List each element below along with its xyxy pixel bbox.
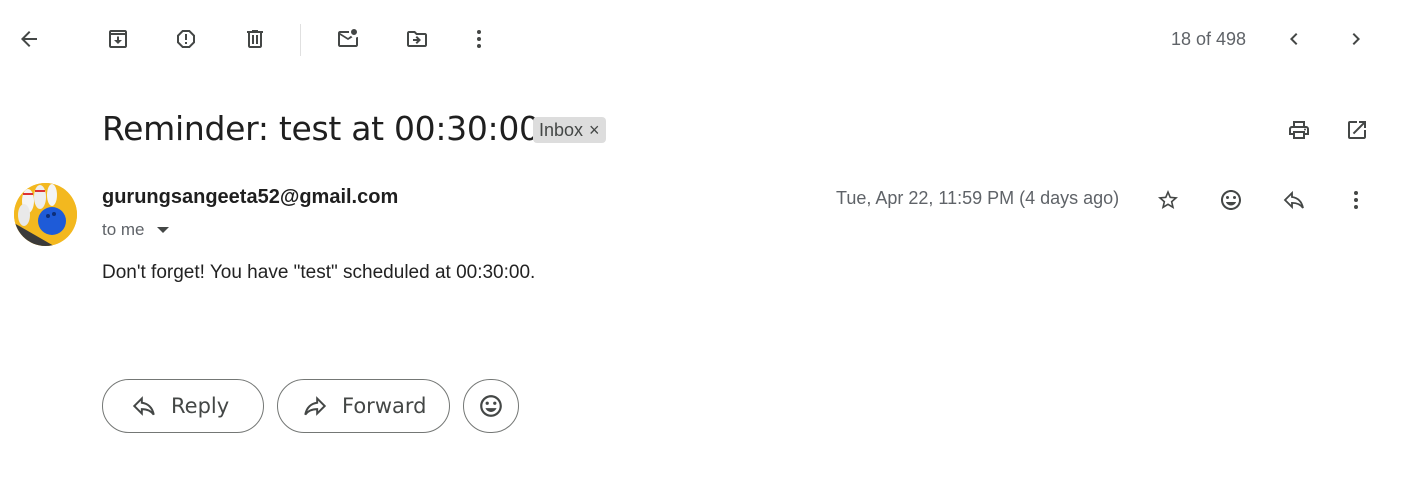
- delete-button[interactable]: [235, 19, 275, 59]
- bowling-avatar-icon: [14, 183, 77, 246]
- email-subject: Reminder: test at 00:30:00: [102, 109, 540, 148]
- remove-label-icon[interactable]: ×: [589, 120, 600, 141]
- print-icon: [1289, 121, 1309, 139]
- emoji-icon: [480, 395, 502, 417]
- message-counter: 18 of 498: [1171, 29, 1247, 49]
- report-spam-icon: [177, 30, 195, 48]
- mark-unread-button[interactable]: [328, 19, 368, 59]
- back-button[interactable]: [9, 19, 49, 59]
- print-button[interactable]: [1279, 110, 1319, 150]
- email-body: Don't forget! You have "test" scheduled …: [102, 262, 536, 283]
- older-button[interactable]: [1336, 19, 1376, 59]
- chevron-left-icon: [1290, 33, 1298, 45]
- message-more-button[interactable]: [1336, 180, 1376, 220]
- forward-icon: [304, 396, 327, 416]
- emoji-reaction-button[interactable]: [463, 379, 519, 433]
- reply-button[interactable]: Reply: [102, 379, 264, 433]
- more-vert-icon: [1354, 191, 1358, 209]
- sender-avatar[interactable]: [14, 183, 77, 246]
- reply-icon-button[interactable]: [1274, 180, 1314, 220]
- add-reaction-button[interactable]: [1211, 180, 1251, 220]
- star-outline-icon: [1158, 190, 1178, 209]
- archive-button[interactable]: [98, 19, 138, 59]
- emoji-icon: [1221, 190, 1241, 210]
- reply-icon: [1283, 190, 1304, 210]
- delete-icon: [247, 30, 263, 48]
- open-new-window-button[interactable]: [1337, 110, 1377, 150]
- forward-label: Forward: [342, 394, 427, 418]
- reply-label: Reply: [171, 394, 230, 418]
- archive-icon: [109, 30, 127, 48]
- reply-icon: [132, 396, 155, 416]
- recipient-details[interactable]: to me: [102, 220, 169, 240]
- chevron-right-icon: [1352, 33, 1360, 45]
- label-text: Inbox: [539, 119, 584, 140]
- sender-email[interactable]: gurungsangeeta52@gmail.com: [102, 186, 398, 209]
- mark-unread-icon: [338, 29, 358, 47]
- more-vert-icon: [477, 30, 481, 48]
- newer-button[interactable]: [1274, 19, 1314, 59]
- move-to-button[interactable]: [397, 19, 437, 59]
- back-arrow-icon: [21, 31, 37, 47]
- caret-down-icon[interactable]: [156, 227, 169, 233]
- move-to-icon: [407, 31, 427, 47]
- inbox-label-chip[interactable]: Inbox ×: [533, 117, 606, 143]
- toolbar-divider: [300, 24, 301, 56]
- forward-button[interactable]: Forward: [277, 379, 450, 433]
- message-date: Tue, Apr 22, 11:59 PM (4 days ago): [836, 188, 1120, 208]
- more-options-button[interactable]: [459, 19, 499, 59]
- open-in-new-icon: [1348, 121, 1366, 139]
- report-spam-button[interactable]: [166, 19, 206, 59]
- star-button[interactable]: [1148, 180, 1188, 220]
- recipient-text: to me: [102, 220, 145, 239]
